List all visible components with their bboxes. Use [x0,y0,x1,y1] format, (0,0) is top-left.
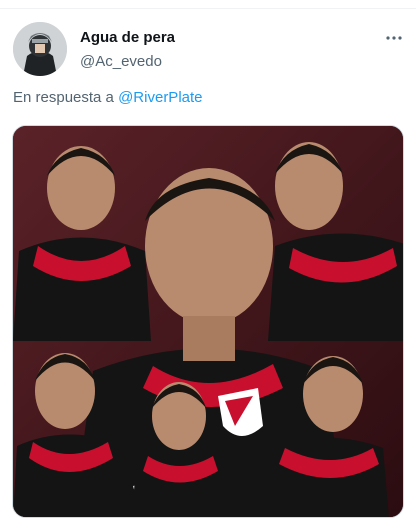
top-divider [0,0,416,9]
reply-context: En respuesta a @RiverPlate [13,89,203,106]
reply-to-link[interactable]: @RiverPlate [118,89,202,106]
collage-image [13,126,403,517]
display-name[interactable]: Agua de pera [80,29,175,46]
avatar[interactable] [13,22,67,76]
reply-prefix: En respuesta a [13,89,114,106]
tweet-media-image[interactable] [12,125,404,518]
avatar-image [13,22,67,76]
more-horizontal-icon[interactable] [384,28,404,48]
user-handle[interactable]: @Ac_evedo [80,53,162,70]
